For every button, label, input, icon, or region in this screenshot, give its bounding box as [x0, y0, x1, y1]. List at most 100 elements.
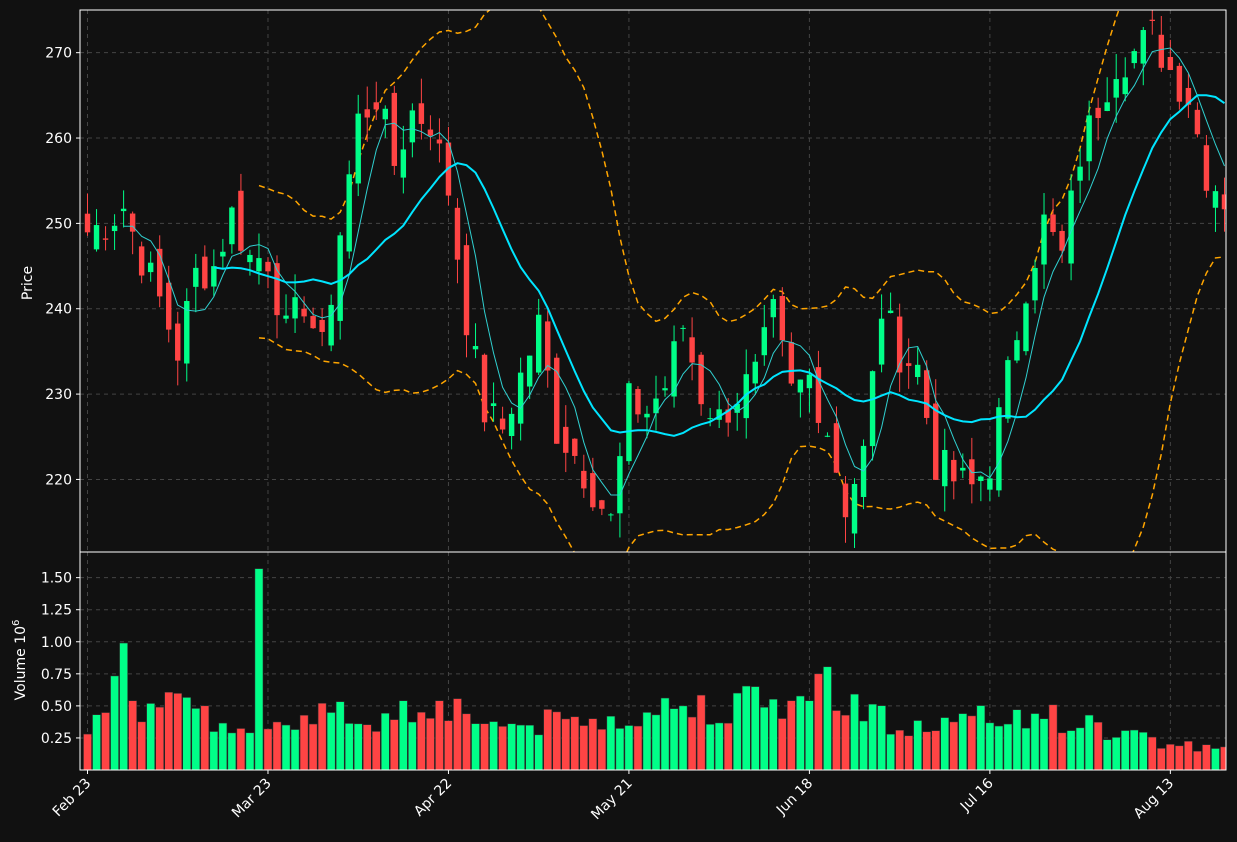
volume-bar	[155, 706, 164, 770]
candlestick-chart: 220 230 240 250 260 270 0.25 0.50 0.75 1.00 1.25 1…	[11, 9, 1227, 823]
volume-bar	[1202, 744, 1211, 770]
candles	[84, 10, 1226, 548]
volume-bar	[507, 723, 516, 770]
candle-body	[680, 327, 686, 329]
volume-bar	[985, 722, 995, 770]
volume-bar	[1030, 713, 1040, 770]
volume-bar	[642, 712, 652, 770]
candle-body	[1140, 30, 1146, 64]
volume-y-ticks: 0.25 0.50 0.75 1.00 1.25 1.50	[41, 571, 80, 747]
candle-body	[960, 467, 966, 471]
volume-bar	[859, 720, 868, 770]
candle-body	[120, 208, 127, 212]
candle-body	[644, 413, 650, 418]
candle-body	[1014, 340, 1020, 361]
volume-bar	[687, 716, 697, 770]
candle-body	[211, 266, 217, 287]
candle-body	[590, 473, 596, 508]
volume-bar	[128, 700, 137, 770]
candle-body	[472, 346, 479, 350]
volume-bar	[1111, 737, 1121, 770]
volume-bar	[1057, 732, 1067, 770]
volume-bar	[1066, 730, 1076, 770]
candle-body	[806, 374, 813, 389]
volume-bar	[805, 700, 814, 770]
candle-body	[1077, 166, 1083, 181]
volume-bar	[1003, 723, 1013, 770]
volume-bar	[904, 735, 913, 770]
candle-body	[987, 478, 993, 490]
candle-body	[328, 304, 334, 346]
candle-body	[933, 403, 939, 480]
candle-body	[418, 103, 425, 124]
volume-bar	[426, 718, 435, 770]
volume-bar	[83, 733, 92, 770]
price-tick-label: 250	[45, 216, 72, 232]
volume-bar	[1102, 739, 1112, 770]
candle-body	[1167, 56, 1174, 71]
candle-body	[382, 108, 388, 120]
volume-bar	[344, 723, 354, 770]
volume-axis-label: Volume 106	[11, 620, 29, 701]
volume-bar	[660, 697, 670, 770]
candle-body	[1158, 34, 1165, 68]
candle-body	[373, 102, 379, 110]
volume-bar	[200, 705, 210, 770]
volume-bar	[1148, 736, 1157, 770]
x-tick-label: Aug 13	[1131, 776, 1177, 822]
volume-bar	[832, 710, 841, 770]
candle-body	[563, 426, 569, 453]
volume-bar	[471, 723, 480, 770]
candle-body	[878, 318, 885, 365]
volume-bar	[750, 686, 760, 770]
volume-bar	[796, 695, 805, 770]
candle-body	[581, 470, 587, 489]
candle-body	[698, 354, 704, 405]
candle-body	[779, 295, 786, 341]
volume-bar	[399, 700, 408, 770]
candle-body	[797, 379, 804, 393]
candle-body	[1203, 145, 1210, 191]
candle-body	[193, 267, 199, 287]
candle-body	[996, 407, 1002, 491]
volume-bar	[633, 725, 643, 770]
price-tick-label: 260	[45, 131, 72, 147]
volume-bar	[92, 714, 101, 770]
volume-bar	[669, 708, 679, 770]
candle-body	[761, 327, 767, 356]
volume-bar	[453, 698, 462, 770]
price-panel	[84, 10, 1226, 552]
volume-bar	[615, 728, 625, 770]
volume-bar	[534, 734, 543, 770]
volume-bar	[1048, 704, 1058, 770]
candle-body	[914, 364, 921, 378]
volume-bar	[1175, 745, 1184, 770]
volume-bar	[895, 729, 904, 770]
volume-bar	[417, 712, 426, 770]
candle-body	[508, 413, 515, 437]
candle-body	[1023, 303, 1029, 352]
volume-bar	[1120, 730, 1130, 770]
candle-body	[752, 361, 758, 384]
volume-bar	[525, 724, 534, 770]
volume-bar	[353, 723, 363, 770]
candle-body	[526, 355, 533, 387]
candle-body	[535, 314, 542, 373]
volume-bar	[778, 718, 787, 770]
candle-body	[229, 207, 235, 245]
volume-bar	[850, 693, 859, 770]
candle-body	[545, 321, 551, 371]
lower-band	[258, 256, 1225, 552]
volume-axis-exponent-base: 10	[13, 626, 29, 644]
candle-body	[391, 92, 398, 166]
volume-bar	[435, 700, 444, 770]
price-frame	[79, 9, 1227, 553]
volume-bar	[281, 724, 291, 770]
candle-body	[572, 438, 578, 456]
candle-body	[310, 316, 316, 329]
volume-bar	[940, 717, 950, 770]
candle-body	[833, 423, 840, 473]
volume-bar	[480, 723, 489, 770]
candle-body	[1176, 65, 1183, 102]
x-tick-label: Feb 23	[50, 776, 95, 821]
